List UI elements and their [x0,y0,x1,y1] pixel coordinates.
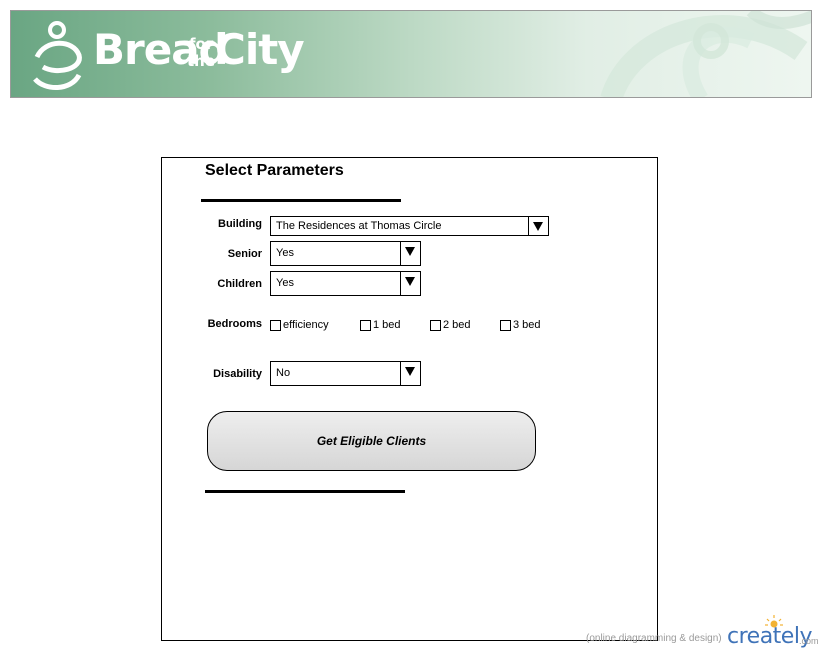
chevron-down-icon[interactable] [400,362,420,385]
watermark-tagline: (online diagramming & design) [586,633,722,644]
checkbox[interactable] [270,320,281,331]
bedrooms-label: Bedrooms [207,318,262,330]
building-label: Building [218,218,262,230]
senior-dropdown-value: Yes [276,247,294,259]
disability-label: Disability [213,368,262,380]
bedroom-option-efficiency[interactable]: efficiency [270,318,329,331]
building-dropdown-value: The Residences at Thomas Circle [276,220,442,232]
building-dropdown[interactable]: The Residences at Thomas Circle [270,216,549,236]
get-eligible-clients-button[interactable]: Get Eligible Clients [207,411,536,471]
brand-the: the [187,52,216,70]
brand-for: for [189,35,214,53]
chevron-down-icon[interactable] [400,272,420,295]
senior-dropdown[interactable]: Yes [270,241,421,266]
brand-city: City [215,25,305,74]
checkbox-label: 1 bed [373,318,401,331]
children-dropdown[interactable]: Yes [270,271,421,296]
select-parameters-panel: Select Parameters Building The Residence… [161,157,658,641]
title-divider [201,199,401,202]
checkbox[interactable] [430,320,441,331]
panel-title: Select Parameters [205,162,344,179]
disability-dropdown-value: No [276,367,291,379]
checkbox-label: 3 bed [513,318,541,331]
disability-dropdown[interactable]: No [270,361,421,386]
bottom-divider [205,490,405,493]
checkbox-label: efficiency [283,318,329,331]
checkbox[interactable] [360,320,371,331]
bedroom-option-3-bed[interactable]: 3 bed [500,318,541,331]
bread-for-the-city-logo-icon [33,21,82,90]
bedroom-option-1-bed[interactable]: 1 bed [360,318,401,331]
chevron-down-icon[interactable] [528,217,548,235]
chevron-down-icon[interactable] [400,242,420,265]
creately-logo-suffix: .com [799,636,819,646]
header-banner: Bread for the City ™ [10,10,812,98]
checkbox-label: 2 bed [443,318,471,331]
checkbox[interactable] [500,320,511,331]
senior-label: Senior [227,248,262,260]
children-dropdown-value: Yes [276,277,294,289]
brand-trademark: ™ [279,46,287,55]
bedroom-option-2-bed[interactable]: 2 bed [430,318,471,331]
children-label: Children [217,278,262,290]
